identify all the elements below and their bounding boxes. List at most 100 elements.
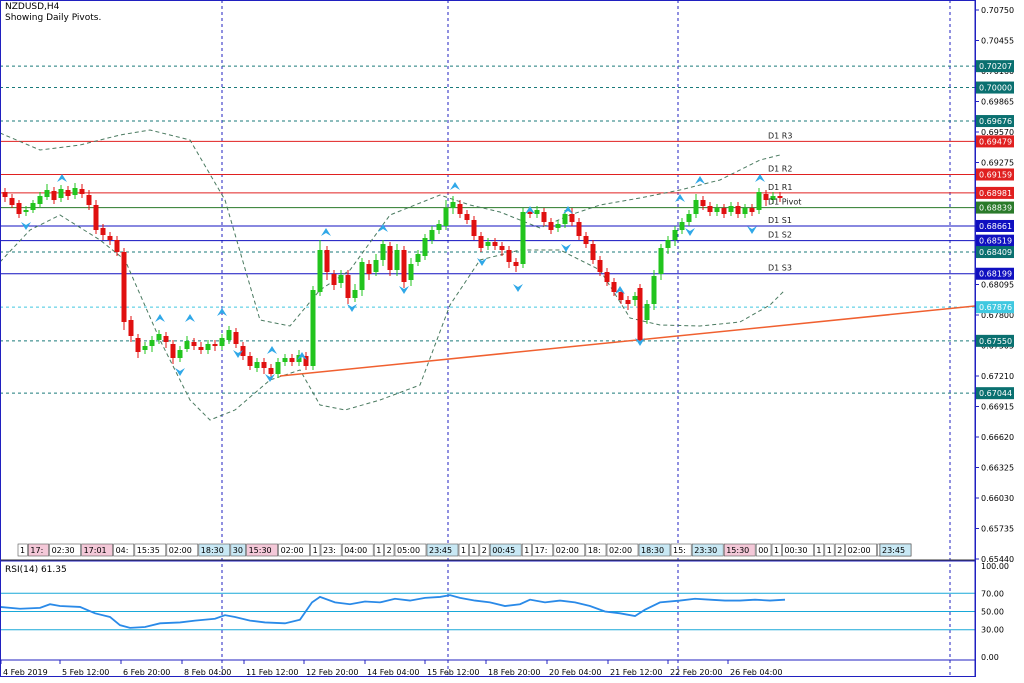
pivot-label: D1 S3	[768, 264, 792, 273]
price-tick-label: 0.66915	[981, 403, 1014, 412]
price-chart[interactable]: 1 17: 02:30 17:01 04: 15:35 02:00 18:30 30 15:30 0…	[0, 0, 1024, 683]
session-box-label: 15:30	[726, 546, 749, 555]
candle-body	[749, 208, 755, 212]
price-highlight-label: 0.68661	[979, 222, 1012, 231]
candle-body	[366, 264, 372, 274]
price-highlight-label: 0.69159	[979, 170, 1012, 179]
candle-body	[282, 358, 288, 362]
price-tick-label: 0.66030	[981, 494, 1014, 503]
candle-body	[352, 290, 358, 298]
candle-body	[429, 230, 435, 240]
candle-body	[527, 212, 533, 214]
candle-body	[324, 250, 330, 272]
chart-subtitle: Showing Daily Pivots.	[5, 13, 102, 23]
pivot-label: D1 Pivot	[768, 198, 801, 207]
candle-body	[534, 210, 540, 214]
candle-body	[672, 230, 678, 240]
price-highlight-label: 0.67044	[979, 389, 1012, 398]
session-box-label: 00	[758, 546, 768, 555]
pivot-label: D1 S2	[768, 231, 792, 240]
candle-body	[254, 362, 260, 368]
price-tick-label: 0.66620	[981, 433, 1014, 442]
session-box-label: 02:00	[556, 546, 579, 555]
session-box-label: 17:	[535, 546, 548, 555]
candle-body	[65, 190, 71, 196]
pivot-label: D1 R1	[768, 183, 792, 192]
session-box-label: 17:	[30, 546, 43, 555]
candle-body	[275, 362, 281, 374]
session-box-label: 18:30	[641, 546, 664, 555]
candle-body	[520, 212, 526, 264]
candle-body	[373, 260, 379, 272]
time-tick-label: 14 Feb 04:00	[367, 668, 419, 677]
candle-body	[604, 272, 610, 282]
price-tick-label: 0.69275	[981, 159, 1014, 168]
candle-body	[742, 208, 748, 214]
session-box-label: 02:00	[281, 546, 304, 555]
candle-body	[359, 262, 365, 290]
rsi-tick-label: 70.00	[981, 589, 1004, 598]
candle-body	[345, 275, 351, 298]
candle-body	[443, 208, 449, 226]
session-box-label: 02:00	[169, 546, 192, 555]
time-tick-label: 8 Feb 04:00	[184, 668, 231, 677]
candle-body	[247, 356, 253, 366]
time-tick-label: 21 Feb 12:00	[610, 668, 662, 677]
candle-body	[707, 206, 713, 212]
candle-body	[289, 358, 295, 362]
session-box-label: 00:30	[784, 546, 807, 555]
candle-body	[51, 191, 57, 200]
price-tick-label: 0.67210	[981, 372, 1014, 381]
candle-body	[492, 242, 498, 246]
candle-body	[177, 350, 183, 358]
candle-body	[163, 336, 169, 342]
candle-body	[268, 368, 274, 374]
candle-body	[506, 250, 512, 262]
rsi-tick-label: 50.00	[981, 608, 1004, 617]
session-boxes: 1 17: 02:30 17:01 04: 15:35 02:00 18:30 30 15:30 0…	[17, 543, 912, 557]
price-tick-label: 0.70750	[981, 6, 1014, 15]
candle-body	[79, 189, 85, 194]
candle-body	[583, 236, 589, 244]
price-highlight-label: 0.68981	[979, 189, 1012, 198]
candle-body	[686, 214, 692, 222]
candle-body	[142, 346, 148, 350]
candle-body	[226, 330, 232, 340]
time-tick-label: 26 Feb 04:00	[730, 668, 782, 677]
candle-body	[394, 250, 400, 270]
candle-body	[233, 332, 239, 344]
candle-body	[121, 252, 127, 322]
candle-body	[597, 260, 603, 272]
session-box-label: 02:00	[609, 546, 632, 555]
time-tick-label: 12 Feb 20:00	[306, 668, 358, 677]
price-highlight-label: 0.70207	[979, 62, 1012, 71]
candle-body	[555, 224, 561, 228]
time-tick-label: 20 Feb 04:00	[549, 668, 601, 677]
candle-body	[651, 276, 657, 304]
candle-body	[569, 214, 575, 222]
price-highlight-label: 0.69479	[979, 137, 1012, 146]
price-tick-label: 0.65735	[981, 525, 1014, 534]
session-box-label: 1	[461, 546, 466, 555]
session-box-label: 15:	[673, 546, 686, 555]
price-highlight-label: 0.68199	[979, 270, 1012, 279]
session-box-label: 04:00	[344, 546, 367, 555]
candle-body	[457, 204, 463, 214]
candle-body	[191, 342, 197, 346]
candle-body	[590, 244, 596, 260]
session-box-label: 1	[524, 546, 529, 555]
session-box-label: 00:45	[492, 546, 515, 555]
rsi-tick-label: 30.00	[981, 626, 1004, 635]
session-box-label: 02:30	[52, 546, 75, 555]
candle-body	[128, 320, 134, 336]
rsi-tick-label: 100.00	[981, 562, 1009, 571]
session-box-label: 04:	[116, 546, 129, 555]
candle-body	[317, 250, 323, 292]
time-tick-label: 5 Feb 12:00	[62, 668, 109, 677]
candle-body	[310, 290, 316, 366]
candle-body	[728, 206, 734, 212]
candle-body	[756, 192, 762, 210]
candle-body	[331, 274, 337, 285]
candle-body	[471, 220, 477, 236]
price-highlight-label: 0.70000	[979, 84, 1012, 93]
